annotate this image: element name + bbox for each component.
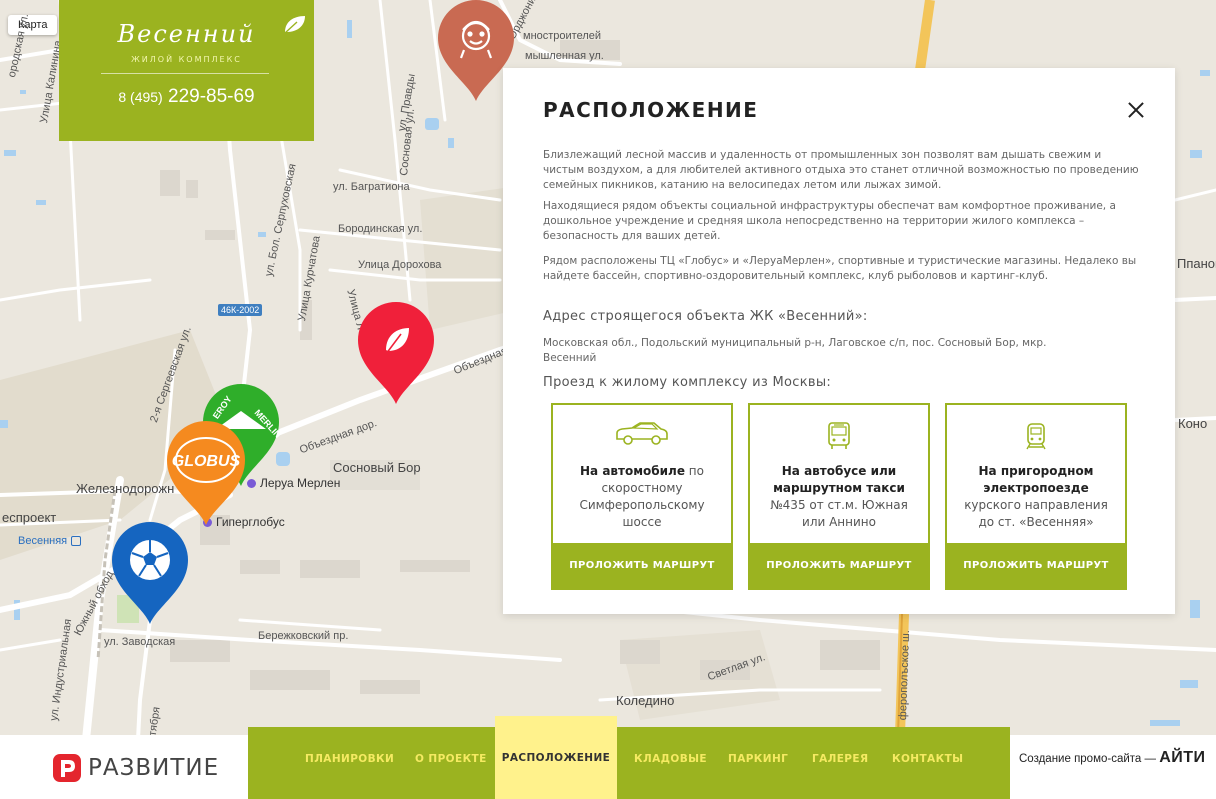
address-text: Московская обл., Подольский муниципальны… bbox=[543, 337, 1047, 364]
complex-pin[interactable] bbox=[357, 301, 435, 405]
nav-active-indicator: РАСПОЛОЖЕНИЕ bbox=[495, 716, 617, 799]
phone-number[interactable]: 8 (495) 229-85-69 bbox=[59, 86, 314, 108]
route-card-bold: На автомобиле bbox=[580, 464, 685, 478]
route-card-train: На пригородном электропоезде курского на… bbox=[945, 403, 1127, 590]
logo-subtitle: ЖИЛОЙ КОМПЛЕКС bbox=[131, 55, 242, 64]
nav-item-parking[interactable]: ПАРКИНГ bbox=[728, 753, 788, 765]
panel-paragraph: Находящиеся рядом объекты социальной инф… bbox=[543, 200, 1116, 242]
route-card-text: На пригородном электропоезде курского на… bbox=[957, 455, 1115, 539]
train-station-icon bbox=[71, 536, 82, 546]
map-label: мышленная ул. bbox=[525, 50, 604, 62]
route-card-rest: курского направления до ст. «Весенняя» bbox=[964, 498, 1108, 529]
panel-paragraph: Близлежащий лесной массив и удаленность … bbox=[543, 149, 1139, 191]
developer-name: РАЗВИТИЕ bbox=[88, 755, 220, 781]
road-badge: 46К-2002 bbox=[218, 304, 263, 316]
footer-brand-area: РАЗВИТИЕ bbox=[0, 735, 248, 799]
build-route-button-car[interactable]: ПРОЛОЖИТЬ МАРШРУТ bbox=[553, 543, 731, 588]
panel-title: РАСПОЛОЖЕНИЕ bbox=[543, 98, 759, 122]
route-card-bus: На автобусе или маршрутном такси №435 от… bbox=[748, 403, 930, 590]
address-heading: Адрес строящегося объекта ЖК «Весенний»: bbox=[543, 309, 868, 324]
razvitie-logo-icon bbox=[53, 754, 81, 782]
map-label: Коно bbox=[1178, 416, 1208, 431]
train-icon bbox=[1026, 423, 1046, 450]
map-label: мностроителей bbox=[523, 30, 602, 42]
phone-digits: 229-85-69 bbox=[168, 86, 255, 107]
credit-text: Создание промо-сайта — bbox=[1019, 753, 1160, 765]
credit-brand: АЙТИ bbox=[1159, 749, 1206, 766]
map-label: Коледино bbox=[616, 693, 675, 708]
route-heading: Проезд к жилому комплексу из Москвы: bbox=[543, 375, 832, 390]
logo-name: Весенний bbox=[117, 20, 256, 48]
map-label: ул. Багратиона bbox=[333, 181, 410, 193]
main-nav: ПЛАНИРОВКИ О ПРОЕКТЕ РАСПОЛОЖЕНИЕ КЛАДОВ… bbox=[248, 716, 1010, 799]
route-card-car: На автомобиле по скоростному Симферополь… bbox=[551, 403, 733, 590]
map-label: еспроект bbox=[2, 510, 57, 525]
football-icon bbox=[130, 540, 170, 580]
map-label: Бережковский пр. bbox=[258, 630, 349, 642]
route-card-text: На автомобиле по скоростному Симферополь… bbox=[563, 455, 721, 539]
map-label: Улица Дорохова bbox=[358, 259, 442, 271]
close-icon[interactable] bbox=[1125, 99, 1147, 121]
site-credit[interactable]: Создание промо-сайта — АЙТИ bbox=[1019, 749, 1206, 767]
nav-item-plans[interactable]: ПЛАНИРОВКИ bbox=[305, 753, 394, 765]
map-label: Бородинская ул. bbox=[338, 223, 423, 235]
route-card-bold: На автобусе или маршрутном такси bbox=[773, 464, 905, 495]
nav-item-location[interactable]: РАСПОЛОЖЕНИЕ bbox=[495, 752, 617, 764]
globus-pin[interactable]: GLOBUS bbox=[166, 420, 246, 526]
logo-box[interactable]: Весенний ЖИЛОЙ КОМПЛЕКС 8 (495) 229-85-6… bbox=[59, 0, 314, 141]
route-card-text: На автобусе или маршрутном такси №435 от… bbox=[760, 455, 918, 539]
panel-paragraph: Рядом расположены ТЦ «Глобус» и «ЛеруаМе… bbox=[543, 255, 1137, 282]
logo-divider bbox=[101, 73, 269, 74]
map-label: Железнодорожн bbox=[76, 481, 175, 496]
developer-logo[interactable]: РАЗВИТИЕ bbox=[52, 753, 219, 783]
poi-label: Весенняя bbox=[18, 535, 68, 547]
leaf-icon bbox=[284, 16, 305, 34]
build-route-button-bus[interactable]: ПРОЛОЖИТЬ МАРШРУТ bbox=[750, 543, 928, 588]
pin-text: GLOBUS bbox=[172, 453, 241, 470]
map-label: Ппанон bbox=[1177, 256, 1216, 271]
route-card-bold: На пригородном электропоезде bbox=[978, 464, 1094, 495]
nav-item-about[interactable]: О ПРОЕКТЕ bbox=[415, 753, 487, 765]
bus-icon bbox=[828, 422, 850, 449]
route-card-rest: №435 от ст.м. Южная или Аннино bbox=[770, 498, 908, 529]
footer-credit-area: Создание промо-сайта — АЙТИ bbox=[1010, 735, 1216, 799]
build-route-button-train[interactable]: ПРОЛОЖИТЬ МАРШРУТ bbox=[947, 543, 1125, 588]
nav-item-gallery[interactable]: ГАЛЕРЕЯ bbox=[812, 753, 868, 765]
car-icon bbox=[616, 422, 668, 445]
map-label: ул. Заводская bbox=[104, 636, 176, 648]
nav-item-storage[interactable]: КЛАДОВЫЕ bbox=[634, 753, 707, 765]
map-label: Сосновый Бор bbox=[333, 460, 421, 475]
phone-code: 8 (495) bbox=[118, 89, 163, 105]
sport-pin[interactable] bbox=[111, 521, 189, 625]
nav-item-contacts[interactable]: КОНТАКТЫ bbox=[892, 753, 963, 765]
location-panel: РАСПОЛОЖЕНИЕ Близлежащий лесной массив и… bbox=[503, 68, 1175, 614]
poi-station[interactable]: Весенняя bbox=[18, 535, 82, 547]
